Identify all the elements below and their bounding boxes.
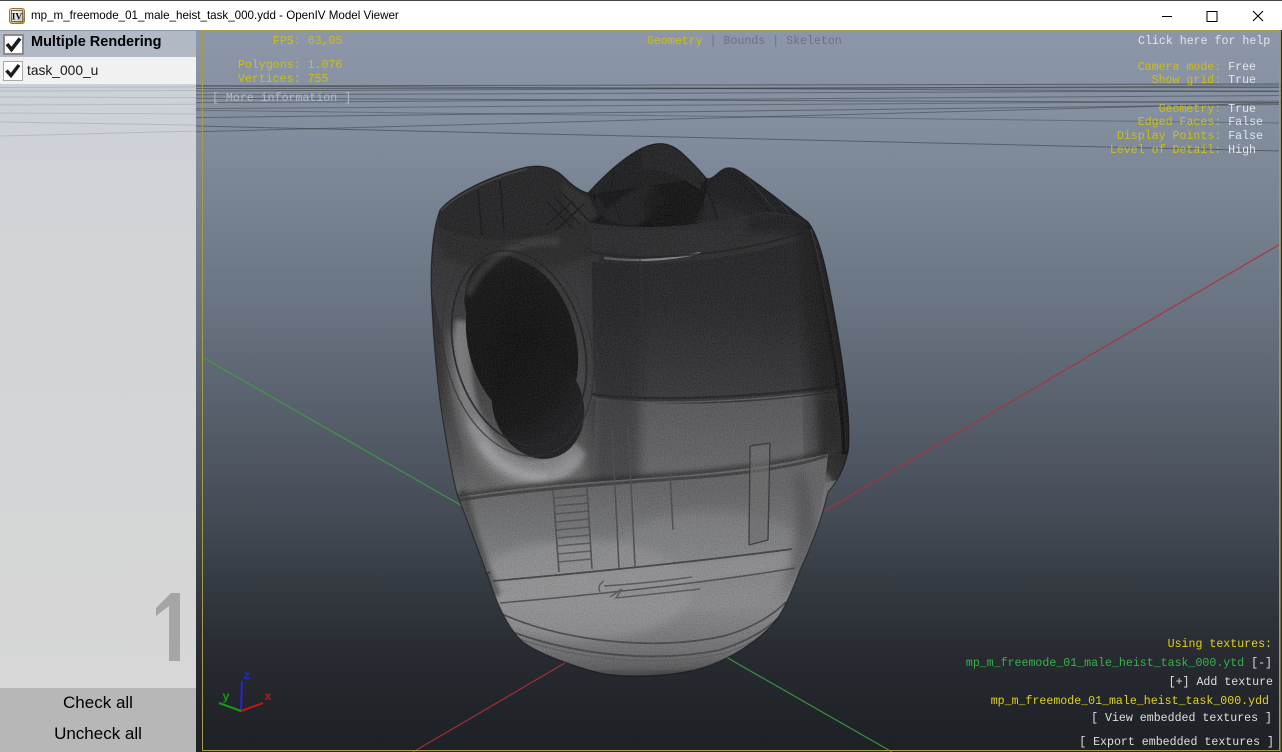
svg-text:y: y — [222, 690, 229, 704]
svg-text:x: x — [264, 690, 271, 704]
svg-text:z: z — [243, 669, 250, 683]
svg-text:IV: IV — [12, 13, 23, 23]
